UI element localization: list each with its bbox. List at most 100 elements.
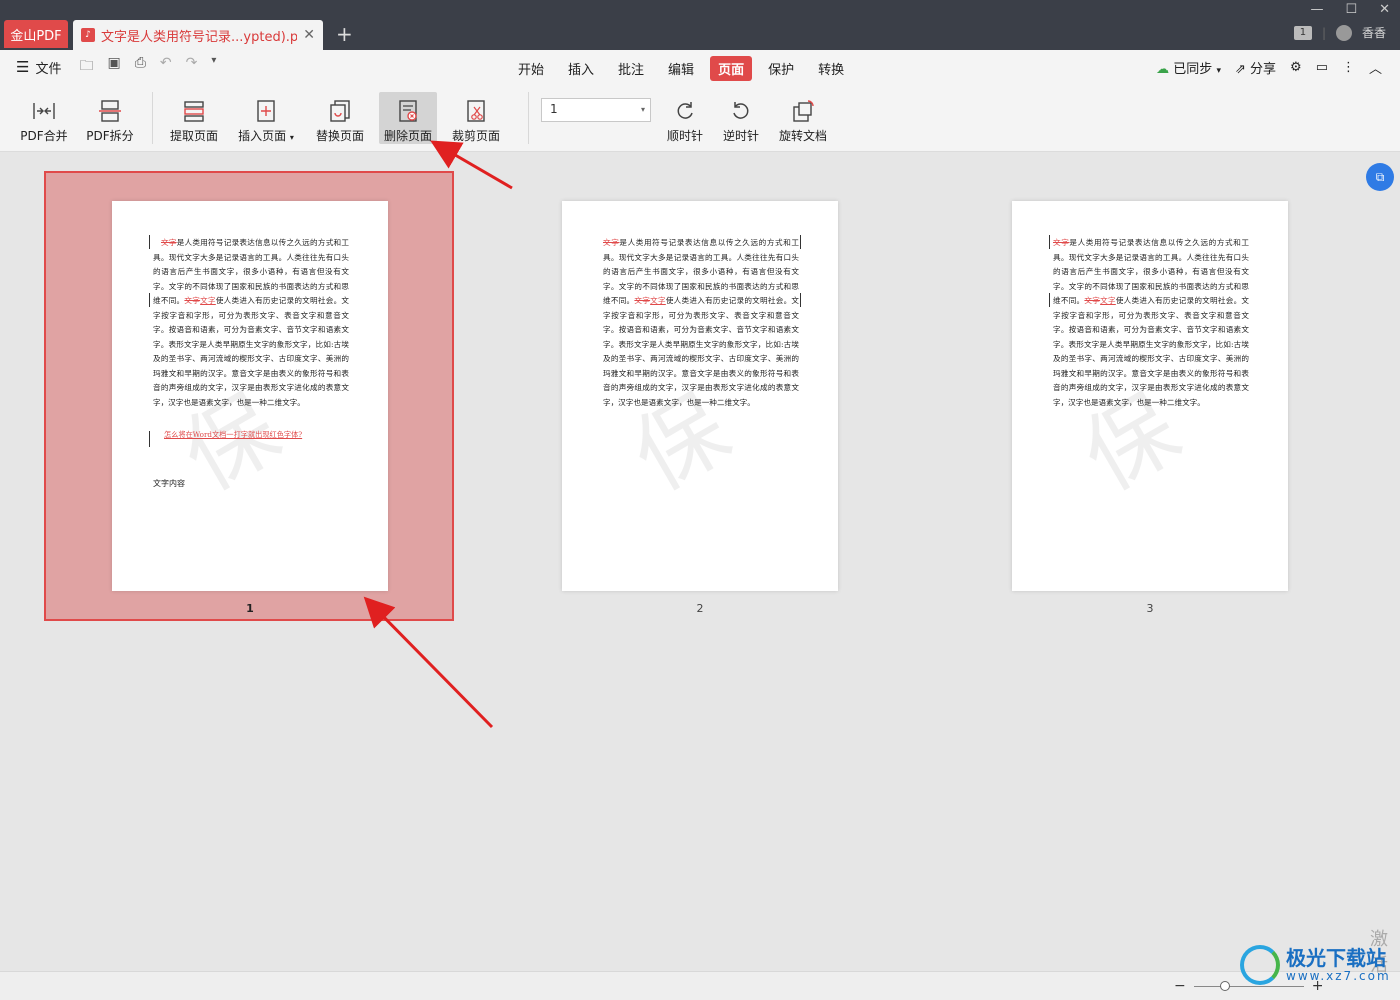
rotate-clockwise-icon bbox=[677, 102, 693, 119]
zoom-slider-handle[interactable] bbox=[1219, 980, 1230, 991]
page-number-select[interactable]: 1 ▾ bbox=[541, 98, 651, 122]
more-icon[interactable]: ⋮ bbox=[1342, 60, 1355, 75]
crop-page-icon bbox=[467, 100, 485, 122]
rotate-document-icon bbox=[793, 100, 814, 122]
page-number-label: 3 bbox=[1146, 602, 1154, 615]
ribbon-toolbar: PDF合并 PDF拆分 提取页面 插入页面 ▾ 替换页面 删除页面 裁剪页面 1… bbox=[0, 84, 1400, 152]
close-window-icon[interactable]: ✕ bbox=[1379, 2, 1390, 17]
save-icon[interactable]: ▣ bbox=[107, 55, 120, 79]
page-select-value: 1 bbox=[550, 102, 558, 116]
open-folder-icon[interactable]: 🗀 bbox=[79, 55, 93, 79]
rotate-counterclockwise-icon bbox=[733, 102, 749, 119]
tab-edit[interactable]: 编辑 bbox=[660, 56, 702, 81]
quick-access-toolbar: 🗀 ▣ ⎙ ↶ ↷ ▾ bbox=[79, 55, 216, 79]
zoom-slider[interactable] bbox=[1193, 980, 1304, 991]
minimize-icon[interactable]: — bbox=[1310, 2, 1323, 17]
sync-button[interactable]: ☁ 已同步 ▾ bbox=[1156, 58, 1221, 77]
rotate-clockwise-button[interactable]: 顺时针 bbox=[664, 92, 706, 144]
tab-start[interactable]: 开始 bbox=[510, 56, 552, 81]
revision-mark bbox=[800, 235, 801, 249]
crop-pages-button[interactable]: 裁剪页面 bbox=[448, 92, 504, 144]
revision-mark bbox=[800, 293, 801, 307]
pdf-split-label: PDF拆分 bbox=[86, 129, 134, 143]
rotate-document-label: 旋转文档 bbox=[778, 129, 827, 143]
tab-annotate[interactable]: 批注 bbox=[610, 56, 652, 81]
status-bar: − + bbox=[0, 971, 1400, 1000]
new-tab-button[interactable]: + bbox=[336, 22, 353, 46]
tab-convert[interactable]: 转换 bbox=[810, 56, 852, 81]
customize-icon[interactable]: ▾ bbox=[211, 55, 216, 79]
document-area[interactable]: 保 文字是人类用符号记录表达信息以传之久远的方式和工具。现代文字大多是记录语言的… bbox=[0, 153, 1400, 971]
translate-icon: ⧉ bbox=[1375, 169, 1385, 184]
extract-pages-button[interactable]: 提取页面 bbox=[166, 92, 222, 144]
share-label: 分享 bbox=[1250, 62, 1277, 77]
page-number-label: 1 bbox=[246, 602, 254, 615]
ribbon-divider bbox=[528, 92, 529, 144]
collapse-ribbon-icon[interactable]: ︿ bbox=[1369, 58, 1382, 77]
page-thumbnail-2[interactable]: 保 文字是人类用符号记录表达信息以传之久远的方式和工具。现代文字大多是记录语言的… bbox=[562, 201, 838, 591]
site-logo: 极光下载站 www.xz7.com bbox=[1240, 945, 1391, 985]
floating-tool-button[interactable]: ⧉ bbox=[1366, 163, 1394, 191]
maximize-icon[interactable]: ☐ bbox=[1345, 2, 1357, 17]
share-icon: ⇗ bbox=[1234, 62, 1246, 77]
pdf-merge-button[interactable]: PDF合并 bbox=[18, 92, 70, 144]
delete-page-icon bbox=[399, 100, 417, 122]
divider: | bbox=[1321, 25, 1326, 40]
revision-mark bbox=[1049, 235, 1050, 249]
app-tab[interactable]: 金山PDF bbox=[4, 20, 68, 48]
avatar[interactable] bbox=[1335, 24, 1352, 41]
delete-pages-label: 删除页面 bbox=[383, 129, 432, 143]
rotate-clockwise-label: 顺时针 bbox=[666, 129, 703, 143]
file-menu[interactable]: ☰ 文件 bbox=[0, 58, 61, 77]
file-menu-label: 文件 bbox=[35, 61, 62, 77]
revision-mark bbox=[149, 293, 150, 307]
page-body-text: 文字是人类用符号记录表达信息以传之久远的方式和工具。现代文字大多是记录语言的工具… bbox=[153, 238, 350, 407]
right-menu: ☁ 已同步 ▾ ⇗ 分享 ⚙ ▭ ⋮ ︿ bbox=[1156, 58, 1382, 77]
rotate-counterclockwise-button[interactable]: 逆时针 bbox=[720, 92, 762, 144]
site-logo-icon bbox=[1240, 945, 1280, 985]
insert-pages-label: 插入页面 ▾ bbox=[238, 129, 294, 143]
page-link-text[interactable]: 怎么将在Word文档一打字就出现红色字体? bbox=[164, 430, 302, 440]
pdf-file-icon: ♪ bbox=[81, 28, 95, 42]
page-number-label: 2 bbox=[696, 602, 704, 615]
tab-insert[interactable]: 插入 bbox=[560, 56, 602, 81]
site-name: 极光下载站 bbox=[1286, 946, 1386, 970]
user-count-badge[interactable]: 1 bbox=[1293, 25, 1312, 40]
share-button[interactable]: ⇗ 分享 bbox=[1235, 58, 1276, 77]
tab-page[interactable]: 页面 bbox=[710, 56, 753, 81]
replace-pages-button[interactable]: 替换页面 bbox=[312, 92, 368, 144]
title-bar: 金山PDF ♪ 文字是人类用符号记录...ypted).pdf ✕ + — ☐ … bbox=[0, 0, 1400, 50]
redo-icon[interactable]: ↷ bbox=[186, 55, 198, 79]
sync-label: 已同步 bbox=[1173, 62, 1213, 77]
document-tab[interactable]: ♪ 文字是人类用符号记录...ypted).pdf ✕ bbox=[73, 20, 323, 50]
user-name[interactable]: 香香 bbox=[1362, 24, 1386, 41]
replace-pages-label: 替换页面 bbox=[315, 129, 364, 143]
close-tab-icon[interactable]: ✕ bbox=[303, 27, 315, 43]
cloud-sync-icon: ☁ bbox=[1156, 62, 1170, 77]
page-thumbnail-1[interactable]: 保 文字是人类用符号记录表达信息以传之久远的方式和工具。现代文字大多是记录语言的… bbox=[112, 201, 388, 591]
revision-mark bbox=[149, 235, 150, 249]
rotate-document-button[interactable]: 旋转文档 bbox=[776, 92, 830, 144]
user-area: 1 | 香香 bbox=[1293, 24, 1386, 41]
pdf-merge-label: PDF合并 bbox=[20, 129, 68, 143]
hamburger-icon: ☰ bbox=[16, 58, 30, 76]
page-body-text: 文字是人类用符号记录表达信息以传之久远的方式和工具。现代文字大多是记录语言的工具… bbox=[603, 238, 800, 407]
document-tab-label: 文字是人类用符号记录...ypted).pdf bbox=[101, 29, 298, 45]
page-extra-text: 文字内容 bbox=[153, 479, 185, 488]
page-thumbnail-3[interactable]: 保 文字是人类用符号记录表达信息以传之久远的方式和工具。现代文字大多是记录语言的… bbox=[1012, 201, 1288, 591]
tab-protect[interactable]: 保护 bbox=[760, 56, 802, 81]
revision-mark bbox=[149, 431, 150, 447]
delete-pages-button[interactable]: 删除页面 bbox=[379, 92, 437, 144]
extract-icon bbox=[184, 101, 204, 122]
undo-icon[interactable]: ↶ bbox=[160, 55, 172, 79]
zoom-out-button[interactable]: − bbox=[1174, 978, 1186, 994]
settings-icon[interactable]: ⚙ bbox=[1290, 60, 1302, 75]
pdf-split-button[interactable]: PDF拆分 bbox=[84, 92, 136, 144]
replace-page-icon bbox=[330, 100, 350, 122]
comment-icon[interactable]: ▭ bbox=[1316, 60, 1328, 75]
site-url: www.xz7.com bbox=[1286, 969, 1391, 983]
insert-page-icon bbox=[257, 100, 275, 122]
extract-pages-label: 提取页面 bbox=[169, 129, 218, 143]
insert-pages-button[interactable]: 插入页面 ▾ bbox=[236, 92, 296, 144]
print-icon[interactable]: ⎙ bbox=[135, 55, 146, 79]
